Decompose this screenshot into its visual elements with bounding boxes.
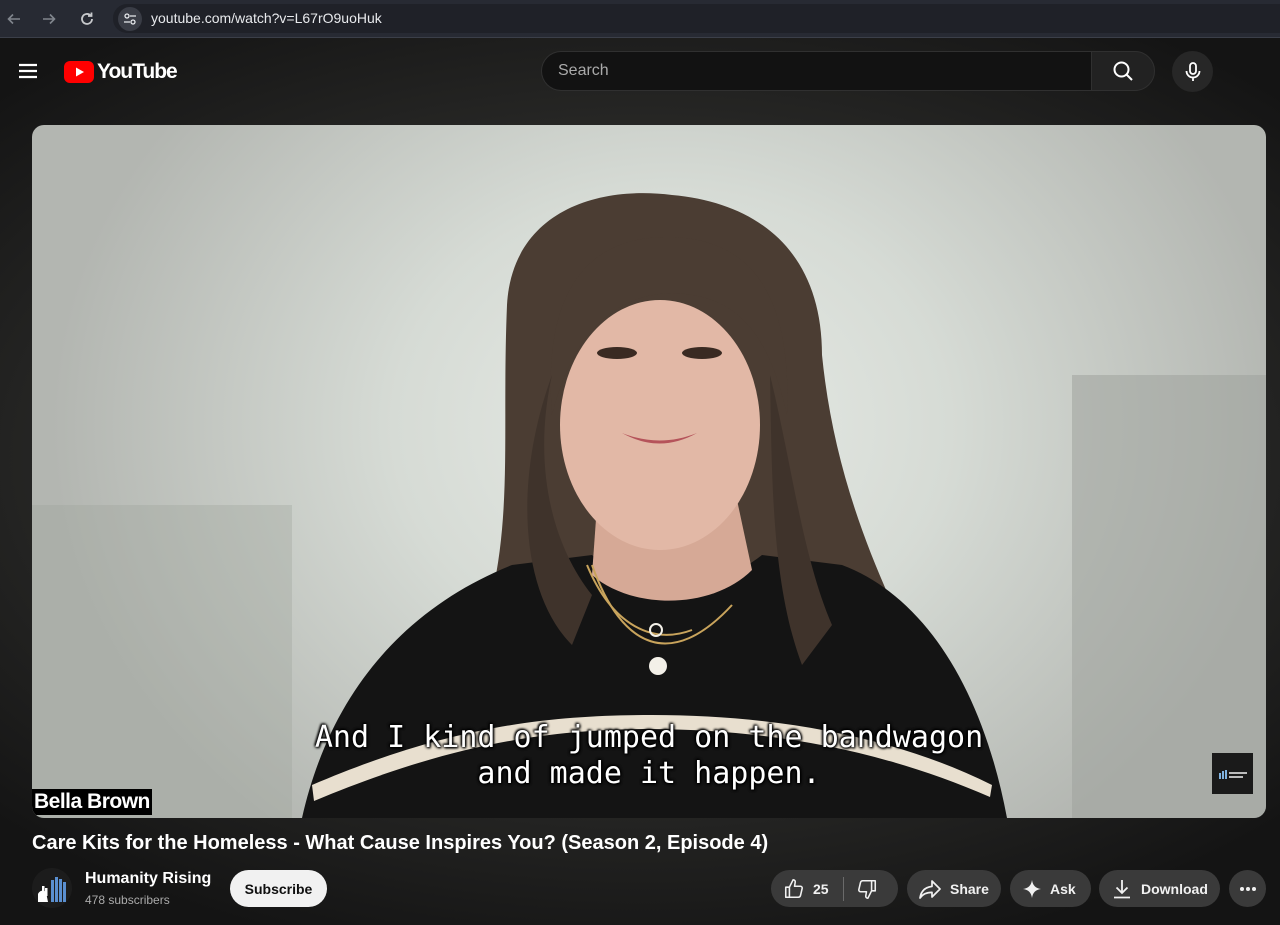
ask-button[interactable]: Ask [1010, 870, 1091, 907]
tune-icon [124, 13, 136, 25]
voice-search-button[interactable] [1172, 51, 1213, 92]
download-icon [1111, 878, 1133, 900]
share-label: Share [950, 880, 989, 897]
channel-name[interactable]: Humanity Rising [85, 870, 211, 888]
share-button[interactable]: Share [907, 870, 1001, 907]
youtube-play-logo-icon [64, 61, 94, 83]
download-label: Download [1141, 880, 1208, 897]
subscribe-button[interactable]: Subscribe [230, 870, 327, 907]
arrow-left-icon [7, 13, 20, 25]
dislike-button[interactable] [844, 870, 878, 907]
microphone-icon [1185, 61, 1200, 81]
reload-icon [81, 12, 93, 25]
url-text[interactable]: youtube.com/watch?v=L67rO9uoHuk [151, 10, 382, 26]
site-info-button[interactable] [118, 7, 142, 31]
more-actions-button[interactable] [1229, 870, 1266, 907]
humanity-rising-logo-icon [1218, 769, 1247, 779]
hamburger-menu-icon [19, 63, 37, 79]
browser-toolbar: youtube.com/watch?v=L67rO9uoHuk [0, 0, 1280, 38]
like-dislike-bar: 25 [771, 870, 898, 907]
youtube-logo[interactable]: YouTube [64, 59, 178, 85]
caption-line-1: And I kind of jumped on the bandwagon [314, 720, 984, 755]
guide-menu-button[interactable] [14, 57, 42, 85]
thumbs-up-icon [783, 878, 805, 900]
video-title: Care Kits for the Homeless - What Cause … [32, 832, 769, 854]
search-box[interactable] [541, 51, 1091, 91]
search-icon [1113, 61, 1133, 81]
ask-label: Ask [1050, 880, 1076, 897]
search-input[interactable] [542, 52, 1091, 90]
reload-button[interactable] [76, 8, 98, 30]
video-frame [32, 193, 1266, 818]
arrow-right-icon [43, 13, 56, 25]
logo-text: YouTube [97, 60, 178, 83]
channel-watermark[interactable] [1212, 753, 1253, 794]
search-button[interactable] [1091, 51, 1155, 91]
like-count: 25 [813, 880, 829, 897]
humanity-rising-avatar-icon [32, 868, 72, 908]
back-button[interactable] [3, 8, 25, 30]
sparkle-icon [1022, 879, 1042, 899]
share-arrow-icon [918, 878, 942, 900]
like-button[interactable]: 25 [771, 870, 829, 907]
channel-avatar[interactable] [32, 868, 72, 908]
thumbs-down-icon [856, 878, 878, 900]
more-horizontal-icon [1239, 886, 1257, 892]
download-button[interactable]: Download [1099, 870, 1220, 907]
caption-line-2: and made it happen. [477, 756, 821, 791]
video-player[interactable]: And I kind of jumped on the bandwagon an… [32, 125, 1266, 818]
speaker-name-tag: Bella Brown [32, 789, 152, 815]
address-bar[interactable]: youtube.com/watch?v=L67rO9uoHuk [113, 4, 1280, 33]
forward-button[interactable] [38, 8, 60, 30]
subscriber-count: 478 subscribers [85, 893, 170, 907]
